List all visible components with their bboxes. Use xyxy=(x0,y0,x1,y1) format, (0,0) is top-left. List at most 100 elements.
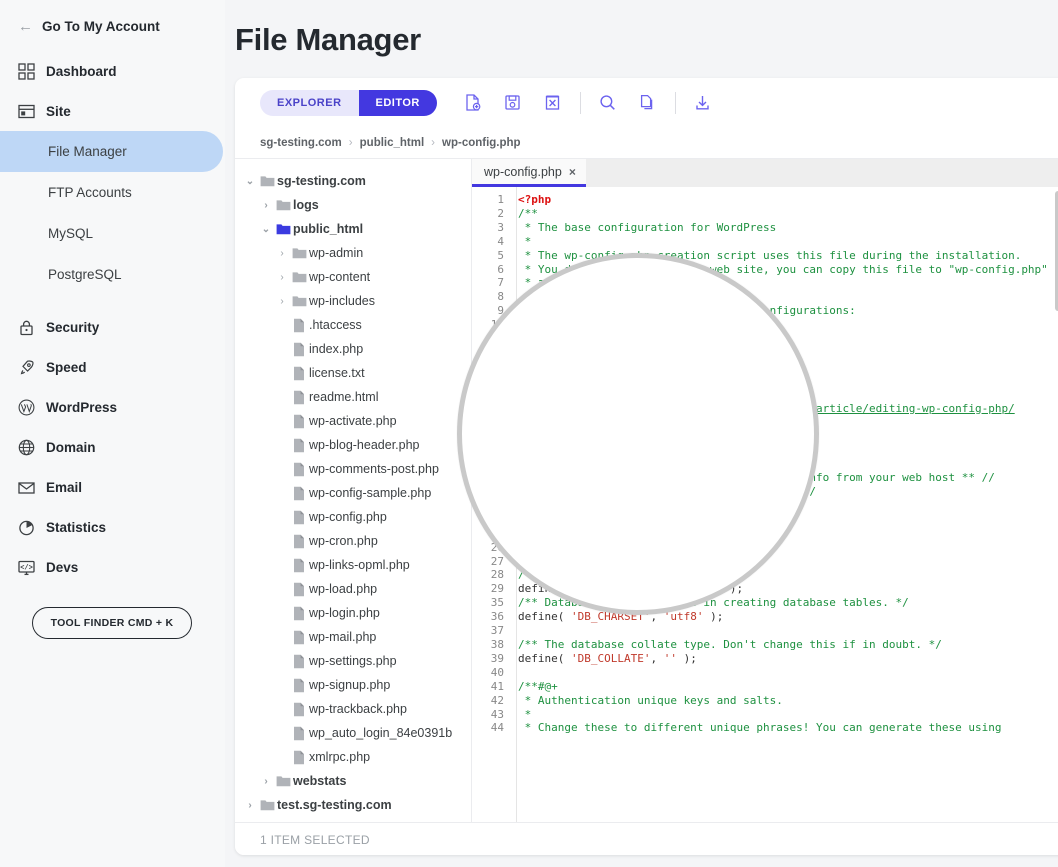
toolbar-icons xyxy=(453,86,723,120)
page-title: File Manager xyxy=(235,22,421,57)
download-icon[interactable] xyxy=(683,86,723,120)
sidebar-item-devs[interactable]: </> Devs xyxy=(0,547,225,587)
tree-item[interactable]: ›wp-settings.php xyxy=(235,649,471,673)
tree-item[interactable]: ⌄ public_html xyxy=(235,217,471,241)
tree-item-label: wp-includes xyxy=(309,294,376,308)
breadcrumb-item-0[interactable]: sg-testing.com xyxy=(260,137,342,149)
file-icon xyxy=(289,702,309,717)
sidebar-item-label: Devs xyxy=(46,559,79,575)
tree-item[interactable]: › webstats xyxy=(235,769,471,793)
status-bar: 1 ITEM SELECTED xyxy=(235,822,1058,855)
tree-item[interactable]: › wp-includes xyxy=(235,289,471,313)
save-file-icon[interactable] xyxy=(493,86,533,120)
sidebar-item-label: WordPress xyxy=(46,399,118,415)
close-file-icon[interactable] xyxy=(533,86,573,120)
file-icon xyxy=(289,534,309,549)
svg-text:</>: </> xyxy=(20,564,33,572)
sidebar-item-label: MySQL xyxy=(48,226,94,241)
tree-item[interactable]: › wp-admin xyxy=(235,241,471,265)
search-icon[interactable] xyxy=(588,86,628,120)
tab-explorer[interactable]: EXPLORER xyxy=(260,89,359,116)
file-icon xyxy=(289,726,309,741)
tree-item-label: wp-trackback.php xyxy=(309,702,407,716)
sidebar-item-security[interactable]: Security xyxy=(0,307,225,347)
tree-item-label: wp-load.php xyxy=(309,582,378,596)
tree-item[interactable]: › wp-content xyxy=(235,265,471,289)
file-tree[interactable]: ⌄ sg-testing.com › logs ⌄ public_html › wp-admi… xyxy=(235,159,472,822)
tree-item[interactable]: ›wp-comments-post.php xyxy=(235,457,471,481)
sidebar-item-file-manager[interactable]: File Manager xyxy=(0,131,223,172)
sidebar-item-label: Site xyxy=(46,103,71,119)
tree-item[interactable]: › test.sg-testing.com xyxy=(235,793,471,817)
tree-item[interactable]: ›wp-load.php xyxy=(235,577,471,601)
tree-item[interactable]: ›wp-cron.php xyxy=(235,529,471,553)
go-to-my-account-link[interactable]: ← Go To My Account xyxy=(0,10,225,43)
site-icon xyxy=(18,103,35,120)
view-mode-switch[interactable]: EXPLORER EDITOR xyxy=(260,89,437,116)
sidebar-item-speed[interactable]: Speed xyxy=(0,347,225,387)
tree-item[interactable]: ›index.php xyxy=(235,337,471,361)
tree-item-label: wp-cron.php xyxy=(309,534,378,548)
go-to-my-account-label: Go To My Account xyxy=(42,19,160,34)
tree-item[interactable]: ›license.txt xyxy=(235,361,471,385)
code-monitor-icon: </> xyxy=(18,559,35,576)
file-icon xyxy=(289,654,309,669)
tree-item[interactable]: › logs xyxy=(235,193,471,217)
tree-item-label: public_html xyxy=(293,222,364,236)
duplicate-file-icon[interactable] xyxy=(628,86,668,120)
sidebar-item-email[interactable]: Email xyxy=(0,467,225,507)
breadcrumb-item-1[interactable]: public_html xyxy=(360,137,425,149)
sidebar-item-mysql[interactable]: MySQL xyxy=(0,213,225,254)
tab-editor[interactable]: EDITOR xyxy=(358,89,437,116)
chevron-right-icon[interactable]: › xyxy=(275,248,289,259)
tree-item[interactable]: ›wp_auto_login_84e0391b xyxy=(235,721,471,745)
file-icon xyxy=(289,342,309,357)
tool-finder-button[interactable]: TOOL FINDER CMD + K xyxy=(32,607,192,639)
tree-item[interactable]: ›xmlrpc.php xyxy=(235,745,471,769)
chevron-right-icon[interactable]: › xyxy=(275,272,289,283)
chevron-down-icon[interactable]: ⌄ xyxy=(259,224,273,235)
sidebar-item-statistics[interactable]: Statistics xyxy=(0,507,225,547)
tree-item[interactable]: ›.htaccess xyxy=(235,313,471,337)
file-icon xyxy=(289,510,309,525)
tree-item[interactable]: ›wp-signup.php xyxy=(235,673,471,697)
sidebar-item-dashboard[interactable]: Dashboard xyxy=(0,51,225,91)
tool-finder-label: TOOL FINDER CMD + K xyxy=(50,617,174,629)
tree-item[interactable]: ›wp-config.php xyxy=(235,505,471,529)
chevron-right-icon[interactable]: › xyxy=(259,200,273,211)
close-icon[interactable]: × xyxy=(569,165,576,179)
sidebar-item-wordpress[interactable]: WordPress xyxy=(0,387,225,427)
tree-item[interactable]: ›readme.html xyxy=(235,385,471,409)
chevron-right-icon[interactable]: › xyxy=(275,296,289,307)
sidebar-item-postgresql[interactable]: PostgreSQL xyxy=(0,254,225,295)
editor-tab-wp-config[interactable]: wp-config.php × xyxy=(472,159,586,187)
tree-item-label: logs xyxy=(293,198,319,212)
breadcrumb-item-2[interactable]: wp-config.php xyxy=(442,137,521,149)
sidebar-item-label: Domain xyxy=(46,439,96,455)
tree-item[interactable]: ›wp-links-opml.php xyxy=(235,553,471,577)
chevron-down-icon[interactable]: ⌄ xyxy=(243,176,257,187)
tree-item[interactable]: ›wp-login.php xyxy=(235,601,471,625)
editor-tab-label: wp-config.php xyxy=(484,164,562,179)
tree-item[interactable]: ›wp-config-sample.php xyxy=(235,481,471,505)
tree-item[interactable]: ›wp-activate.php xyxy=(235,409,471,433)
envelope-icon xyxy=(18,479,35,496)
chevron-right-icon[interactable]: › xyxy=(243,800,257,811)
tree-item-label: wp-links-opml.php xyxy=(309,558,410,572)
sidebar-item-ftp-accounts[interactable]: FTP Accounts xyxy=(0,172,225,213)
tree-item[interactable]: ›wp-trackback.php xyxy=(235,697,471,721)
sidebar-item-site[interactable]: Site xyxy=(0,91,225,131)
sidebar-item-domain[interactable]: Domain xyxy=(0,427,225,467)
file-icon xyxy=(289,486,309,501)
new-file-icon[interactable] xyxy=(453,86,493,120)
folder-icon xyxy=(257,174,277,188)
sidebar-item-label: File Manager xyxy=(48,144,127,159)
file-icon xyxy=(289,558,309,573)
tree-item[interactable]: ›wp-mail.php xyxy=(235,625,471,649)
lock-icon xyxy=(18,319,35,336)
chevron-right-icon[interactable]: › xyxy=(259,776,273,787)
tree-item[interactable]: ›wp-blog-header.php xyxy=(235,433,471,457)
tree-item[interactable]: ⌄ sg-testing.com xyxy=(235,169,471,193)
tree-item-label: wp-config.php xyxy=(309,510,387,524)
toolbar: EXPLORER EDITOR xyxy=(235,78,1058,127)
